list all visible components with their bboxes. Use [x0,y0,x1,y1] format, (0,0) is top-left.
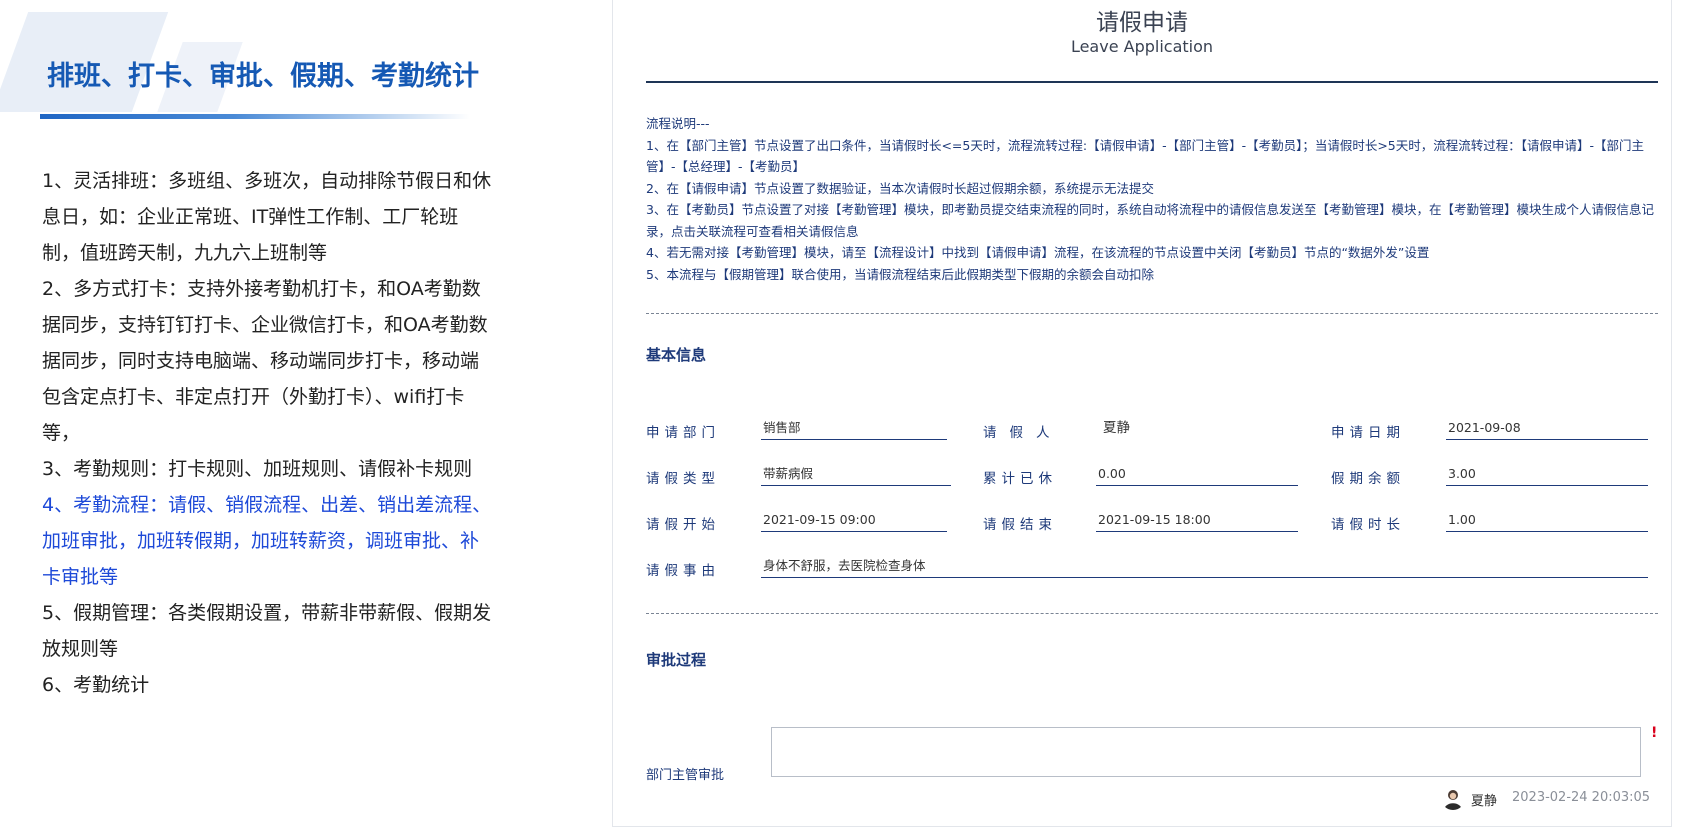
process-heading: 流程说明--- [646,116,710,131]
leave-application-form: 请假申请 Leave Application 流程说明--- 1、在【部门主管】… [612,0,1672,827]
feature-item: 5、假期管理：各类假期设置，带薪非带薪假、假期发放规则等 [42,602,492,660]
accumulated-field[interactable]: 0.00 [1096,464,1298,486]
duration-label: 请假时长 [1331,517,1405,533]
duration-field[interactable]: 1.00 [1446,510,1648,532]
start-label: 请假开始 [646,517,720,533]
department-field[interactable]: 销售部 [761,418,947,440]
feature-item-highlighted: 4、考勤流程：请假、销假流程、出差、销出差流程、加班审批，加班转假期，加班转薪资… [42,494,492,588]
process-line: 1、在【部门主管】节点设置了出口条件，当请假时长<=5天时，流程流转过程:【请假… [646,137,1645,175]
approval-title: 审批过程 [646,651,707,669]
apply-date-field[interactable]: 2021-09-08 [1446,418,1648,440]
apply-date-label: 申请日期 [1331,425,1405,441]
department-label: 申请部门 [646,425,720,441]
process-line: 5、本流程与【假期管理】联合使用，当请假流程结束后此假期类型下假期的余额会自动扣… [646,266,1154,282]
feature-item: 3、考勤规则：打卡规则、加班规则、请假补卡规则 [42,458,473,480]
applicant-label: 请假人 [983,425,1063,441]
reason-field[interactable]: 身体不舒服，去医院检查身体 [761,556,1648,578]
feature-item: 2、多方式打卡：支持外接考勤机打卡，和OA考勤数据同步，支持钉钉打卡、企业微信打… [42,278,488,444]
leave-type-select[interactable]: 带薪病假 [761,464,951,486]
feature-list: 1、灵活排班：多班组、多班次，自动排除节假日和休息日，如：企业正常班、IT弹性工… [42,163,496,703]
reason-label: 请假事由 [646,563,720,579]
process-description: 流程说明--- 1、在【部门主管】节点设置了出口条件，当请假时长<=5天时，流程… [646,113,1661,285]
basic-info-title: 基本信息 [646,346,707,364]
section-divider [646,613,1658,614]
dept-manager-approval-label: 部门主管审批 [646,768,725,783]
feature-item: 6、考勤统计 [42,674,150,696]
feature-title: 排班、打卡、审批、假期、考勤统计 [47,61,479,92]
approval-time: 2023-02-24 20:03:05 [1512,790,1651,805]
dept-manager-opinion-input[interactable] [771,727,1641,777]
balance-label: 假期余额 [1331,471,1405,487]
feature-item: 1、灵活排班：多班组、多班次，自动排除节假日和休息日，如：企业正常班、IT弹性工… [42,170,492,264]
approver-avatar [1441,786,1465,810]
start-datetime-field[interactable]: 2021-09-15 09:00 [761,510,947,532]
balance-field[interactable]: 3.00 [1446,464,1648,486]
form-subtitle: Leave Application [1070,37,1214,56]
end-label: 请假结束 [983,517,1057,533]
process-line: 3、在【考勤员】节点设置了对接【考勤管理】模块，即考勤员提交结束流程的同时，系统… [646,202,1654,239]
applicant-field[interactable]: 夏静 [1101,418,1301,440]
process-line: 2、在【请假申请】节点设置了数据验证，当本次请假时长超过假期余额，系统提示无法提… [646,180,1154,196]
required-mark: ! [1651,725,1658,741]
approver-name: 夏静 [1471,794,1498,809]
accumulated-label: 累计已休 [983,471,1057,487]
section-divider [646,313,1658,314]
title-divider [646,81,1658,83]
form-title: 请假申请 [1096,10,1188,36]
process-line: 4、若无需对接【考勤管理】模块，请至【流程设计】中找到【请假申请】流程，在该流程… [646,245,1430,260]
title-underline [40,114,470,119]
avatar-icon [1444,790,1462,810]
leave-type-label: 请假类型 [646,471,720,487]
end-datetime-field[interactable]: 2021-09-15 18:00 [1096,510,1298,532]
